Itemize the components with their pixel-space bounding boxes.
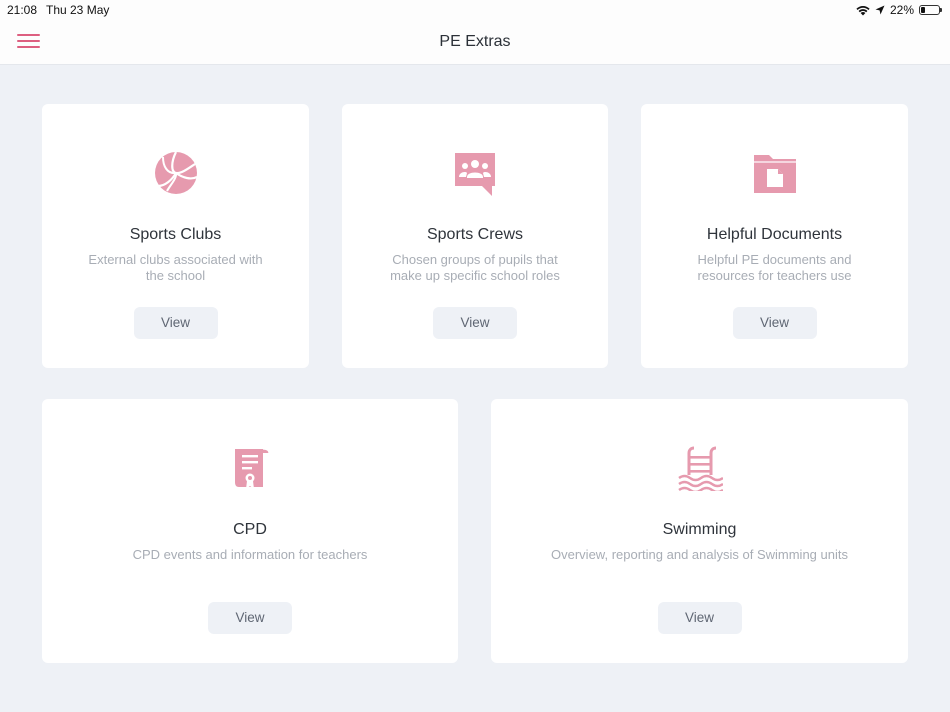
nav-bar: PE Extras xyxy=(0,20,950,65)
card-sports-crews: Sports Crews Chosen groups of pupils tha… xyxy=(342,104,608,368)
card-title: Sports Crews xyxy=(426,226,524,243)
view-button[interactable]: View xyxy=(433,307,517,339)
card-description: Helpful PE documents and resources for t… xyxy=(697,252,852,283)
card-description: CPD events and information for teachers xyxy=(132,547,368,562)
certificate-icon xyxy=(235,448,270,489)
group-chat-icon xyxy=(455,153,495,196)
card-cpd: CPD CPD events and information for teach… xyxy=(42,399,458,663)
card-swimming: Swimming Overview, reporting and analysi… xyxy=(491,399,908,663)
battery-level xyxy=(921,7,925,13)
card-description: Overview, reporting and analysis of Swim… xyxy=(551,547,848,562)
card-title: CPD xyxy=(233,521,267,538)
battery-icon xyxy=(919,5,942,15)
card-title: Swimming xyxy=(662,521,737,538)
view-button[interactable]: View xyxy=(208,602,292,634)
view-button[interactable]: View xyxy=(133,307,218,339)
page-title: PE Extras xyxy=(439,33,511,50)
card-description: External clubs associated with the schoo… xyxy=(88,252,263,283)
card-title: Helpful Documents xyxy=(706,226,843,243)
location-arrow-icon xyxy=(875,5,885,15)
status-indicators: 22% xyxy=(856,3,942,17)
battery-percentage: 22% xyxy=(889,3,914,17)
volleyball-icon xyxy=(154,151,197,194)
card-title: Sports Clubs xyxy=(129,226,222,243)
folder-document-icon xyxy=(753,155,796,193)
swimming-pool-icon xyxy=(677,446,723,491)
view-button[interactable]: View xyxy=(657,602,742,634)
status-date: Thu 23 May xyxy=(46,3,110,17)
status-bar: 21:08 Thu 23 May 22% xyxy=(0,0,950,20)
card-helpful-documents: Helpful Documents Helpful PE documents a… xyxy=(641,104,908,368)
view-button[interactable]: View xyxy=(732,307,817,339)
status-time: 21:08 xyxy=(7,3,38,17)
card-description: Chosen groups of pupils that make up spe… xyxy=(390,252,560,283)
card-sports-clubs: Sports Clubs External clubs associated w… xyxy=(42,104,309,368)
wifi-icon xyxy=(856,5,870,15)
